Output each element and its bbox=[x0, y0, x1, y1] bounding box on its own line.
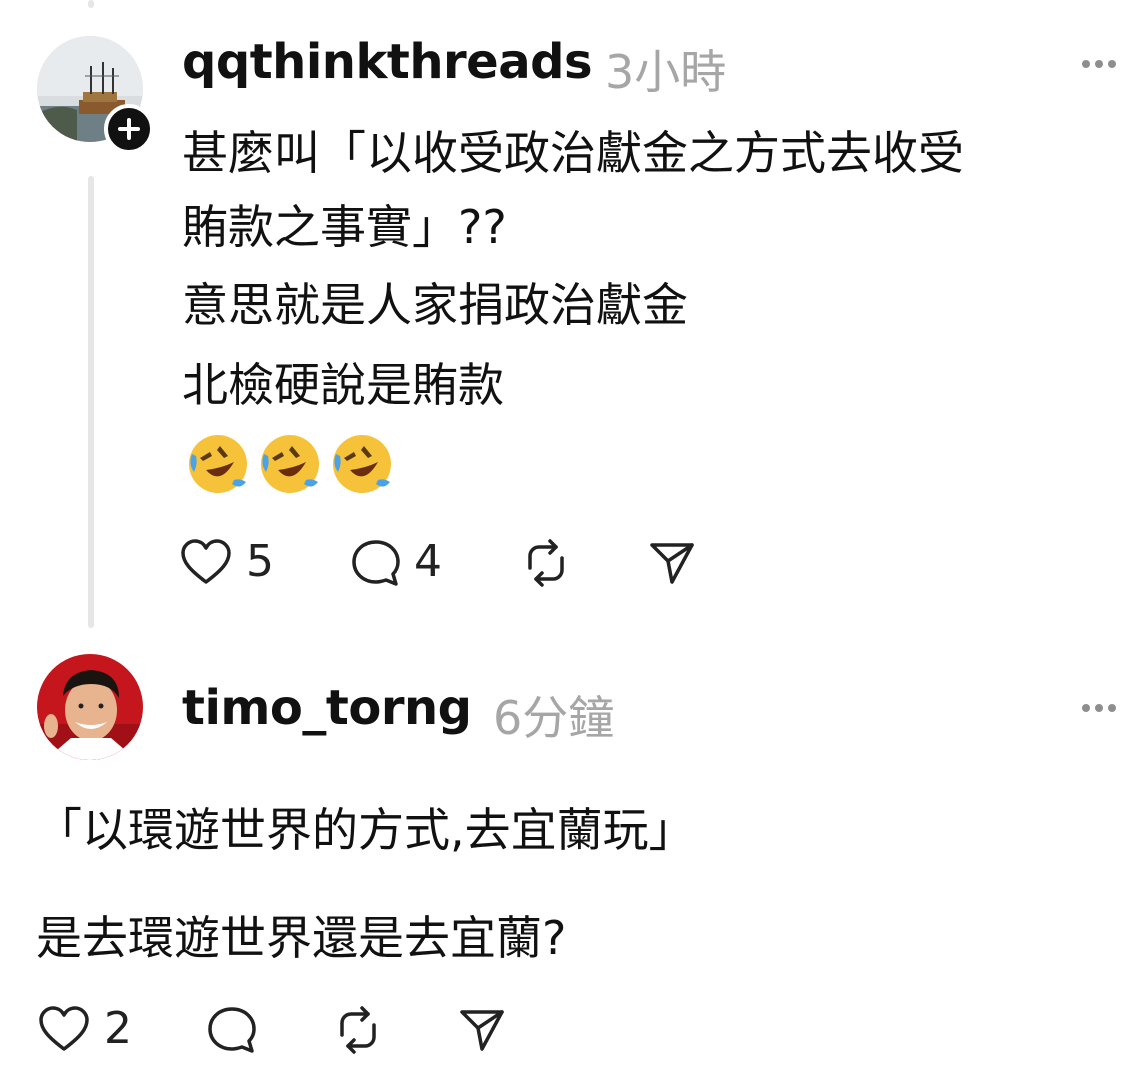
rolling-laughing-emoji bbox=[261, 435, 319, 493]
post-text-line: 賄款之事實」?? bbox=[182, 200, 507, 254]
comment-count: 4 bbox=[414, 536, 442, 587]
post-text-line: 是去環遊世界還是去宜蘭? bbox=[36, 911, 567, 965]
repost-icon[interactable] bbox=[332, 1005, 384, 1055]
thread-line bbox=[88, 0, 94, 8]
rolling-laughing-emoji bbox=[333, 435, 391, 493]
timestamp: 3小時 bbox=[605, 45, 727, 99]
post-text-line: 甚麼叫「以收受政治獻金之方式去收受 bbox=[182, 126, 964, 180]
avatar[interactable] bbox=[37, 654, 143, 760]
post-text-line: 「以環遊世界的方式,去宜蘭玩」 bbox=[36, 803, 695, 857]
comment-icon[interactable] bbox=[206, 1005, 258, 1055]
post-text-line: 北檢硬說是賄款 bbox=[182, 358, 504, 412]
username[interactable]: timo_torng bbox=[182, 680, 472, 736]
heart-icon[interactable] bbox=[38, 1005, 90, 1053]
thread-line bbox=[88, 176, 94, 628]
share-icon[interactable] bbox=[458, 1007, 506, 1053]
repost-icon[interactable] bbox=[520, 538, 572, 588]
comment-icon[interactable] bbox=[350, 538, 402, 588]
heart-icon[interactable] bbox=[180, 538, 232, 586]
post-text-line: 意思就是人家捐政治獻金 bbox=[182, 278, 688, 332]
share-icon[interactable] bbox=[648, 540, 696, 586]
more-icon[interactable] bbox=[1082, 700, 1122, 716]
rolling-laughing-emoji bbox=[189, 435, 247, 493]
follow-plus-icon[interactable] bbox=[104, 104, 154, 154]
like-count: 5 bbox=[246, 536, 274, 587]
timestamp: 6分鐘 bbox=[493, 691, 615, 745]
username[interactable]: qqthinkthreads bbox=[182, 34, 593, 90]
like-count: 2 bbox=[104, 1003, 132, 1054]
more-icon[interactable] bbox=[1082, 56, 1122, 72]
